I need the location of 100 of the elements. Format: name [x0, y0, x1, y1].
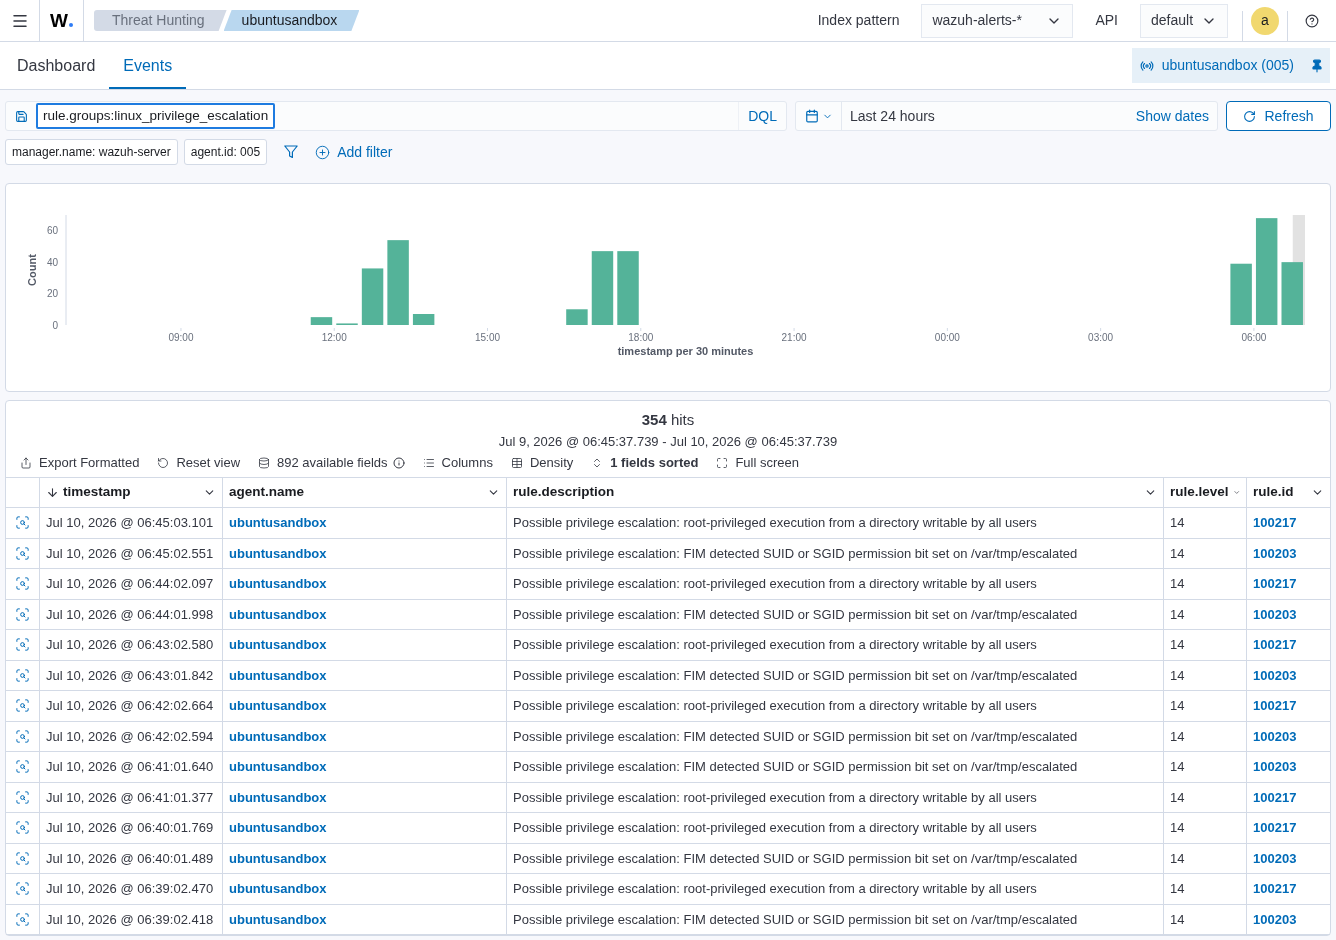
table-cell: Jul 10, 2026 @ 06:43:02.580 [40, 630, 223, 660]
column-header[interactable]: rule.level [1164, 478, 1247, 507]
tab[interactable]: Events [109, 42, 187, 89]
tab[interactable]: Dashboard [3, 42, 110, 89]
toolbar-button[interactable]: Columns [422, 453, 493, 473]
toolbar-button[interactable]: Density [510, 453, 574, 473]
x-tick-label: 09:00 [168, 332, 194, 343]
agent-link[interactable]: ubuntusandbox [229, 787, 327, 807]
table-cell: 14 [1164, 660, 1247, 690]
x-tick-label: 21:00 [781, 332, 807, 343]
add-filter-button[interactable]: Add filter [315, 141, 393, 163]
upload-icon [20, 457, 32, 469]
table-cell: Possible privilege escalation: FIM detected SUID or SGID permission bit set on /var/tmp/escalated [507, 843, 1164, 873]
rule-id-link[interactable]: 100203 [1253, 848, 1297, 868]
user-avatar[interactable]: a [1251, 6, 1279, 35]
y-tick-label: 60 [46, 225, 58, 237]
broadcast-icon [1139, 58, 1154, 73]
plus-circle-icon [315, 144, 331, 160]
breadcrumb[interactable]: ubuntusandbox [223, 10, 360, 31]
rule-id-link[interactable]: 100217 [1253, 513, 1297, 533]
rule-id-link[interactable]: 100203 [1253, 543, 1297, 563]
rule-id-link[interactable]: 100217 [1253, 787, 1297, 807]
column-header[interactable]: timestamp [40, 478, 223, 507]
agent-link[interactable]: ubuntusandbox [229, 604, 327, 624]
toolbar-button[interactable]: Full screen [716, 453, 799, 473]
scan-magnifier-icon[interactable] [15, 515, 30, 531]
rule-id-link[interactable]: 100203 [1253, 726, 1297, 746]
pin-icon[interactable] [1310, 58, 1324, 73]
rule-id-link[interactable]: 100203 [1253, 909, 1297, 929]
toolbar-button[interactable]: 1 fields sorted [591, 453, 699, 473]
table-cell: 14 [1164, 538, 1247, 568]
scan-magnifier-icon[interactable] [15, 820, 30, 836]
table-cell: Possible privilege escalation: root-privileged execution from a directory writable by all users [507, 630, 1164, 660]
rule-id-link[interactable]: 100203 [1253, 604, 1297, 624]
scan-magnifier-icon[interactable] [15, 728, 30, 744]
scan-magnifier-icon[interactable] [15, 850, 30, 866]
filter-pill[interactable]: agent.id: 005 [183, 139, 268, 165]
scan-magnifier-icon[interactable] [15, 789, 30, 805]
query-language-button[interactable]: DQL [738, 102, 786, 130]
rule-id-link[interactable]: 100217 [1253, 574, 1297, 594]
scan-magnifier-icon[interactable] [15, 667, 30, 683]
table-cell: Jul 10, 2026 @ 06:44:01.998 [40, 599, 223, 629]
agent-link[interactable]: ubuntusandbox [229, 726, 327, 746]
agent-link[interactable]: ubuntusandbox [229, 848, 327, 868]
index-pattern-label: Index pattern [817, 11, 900, 30]
pinned-agent[interactable]: ubuntusandbox (005) [1131, 48, 1330, 83]
table-cell: Possible privilege escalation: root-privileged execution from a directory writable by all users [507, 569, 1164, 599]
agent-link[interactable]: ubuntusandbox [229, 513, 327, 533]
agent-link[interactable]: ubuntusandbox [229, 543, 327, 563]
info-icon[interactable] [392, 457, 405, 469]
table-cell: 14 [1164, 721, 1247, 751]
agent-link[interactable]: ubuntusandbox [229, 574, 327, 594]
agent-link[interactable]: ubuntusandbox [229, 635, 327, 655]
rule-id-link[interactable]: 100217 [1253, 818, 1297, 838]
agent-link[interactable]: ubuntusandbox [229, 757, 327, 777]
table-cell: Jul 10, 2026 @ 06:40:01.489 [40, 843, 223, 873]
scan-magnifier-icon[interactable] [15, 911, 30, 927]
breadcrumb[interactable]: Threat Hunting [94, 10, 227, 31]
histogram-bar [412, 314, 435, 325]
scan-magnifier-icon[interactable] [15, 759, 30, 775]
rule-id-link[interactable]: 100203 [1253, 665, 1297, 685]
agent-link[interactable]: ubuntusandbox [229, 818, 327, 838]
scan-magnifier-icon[interactable] [15, 881, 30, 897]
query-input[interactable]: rule.groups:linux_privilege_escalation [36, 103, 276, 129]
table-cell: Jul 10, 2026 @ 06:39:02.418 [40, 904, 223, 934]
x-tick-label: 06:00 [1241, 332, 1267, 343]
help-icon[interactable] [1305, 13, 1319, 28]
column-header[interactable]: agent.name [223, 478, 507, 507]
x-tick-label: 12:00 [321, 332, 347, 343]
scan-magnifier-icon[interactable] [15, 698, 30, 714]
calendar-icon [804, 109, 819, 123]
agent-link[interactable]: ubuntusandbox [229, 879, 327, 899]
histogram-bar [566, 309, 588, 325]
agent-link[interactable]: ubuntusandbox [229, 665, 327, 685]
table-cell: Jul 10, 2026 @ 06:43:01.842 [40, 660, 223, 690]
rule-id-link[interactable]: 100217 [1253, 635, 1297, 655]
scan-magnifier-icon[interactable] [15, 576, 30, 592]
refresh-button[interactable]: Refresh [1226, 101, 1331, 131]
table-cell: Jul 10, 2026 @ 06:41:01.640 [40, 752, 223, 782]
show-dates-link[interactable]: Show dates [1135, 102, 1217, 130]
api-select[interactable]: default [1140, 3, 1228, 38]
toolbar-button[interactable]: Reset view [157, 453, 240, 473]
rule-id-link[interactable]: 100217 [1253, 696, 1297, 716]
funnel-icon[interactable] [284, 145, 299, 159]
column-header[interactable]: rule.description [507, 478, 1164, 507]
histogram-bar [1281, 262, 1303, 325]
agent-link[interactable]: ubuntusandbox [229, 909, 327, 929]
toolbar-button[interactable]: Export Formatted [20, 453, 140, 473]
scan-magnifier-icon[interactable] [15, 637, 30, 653]
toolbar-button[interactable]: 892 available fields [258, 453, 388, 473]
scan-magnifier-icon[interactable] [15, 545, 30, 561]
agent-link[interactable]: ubuntusandbox [229, 696, 327, 716]
table-cell: Possible privilege escalation: root-privileged execution from a directory writable by all users [507, 813, 1164, 843]
filter-pill[interactable]: manager.name: wazuh-server [5, 139, 178, 165]
rule-id-link[interactable]: 100217 [1253, 879, 1297, 899]
rule-id-link[interactable]: 100203 [1253, 757, 1297, 777]
index-pattern-select[interactable]: wazuh-alerts-* [921, 3, 1074, 38]
column-header[interactable]: rule.id [1247, 478, 1330, 507]
table-cell: 14 [1164, 691, 1247, 721]
scan-magnifier-icon[interactable] [15, 606, 30, 622]
